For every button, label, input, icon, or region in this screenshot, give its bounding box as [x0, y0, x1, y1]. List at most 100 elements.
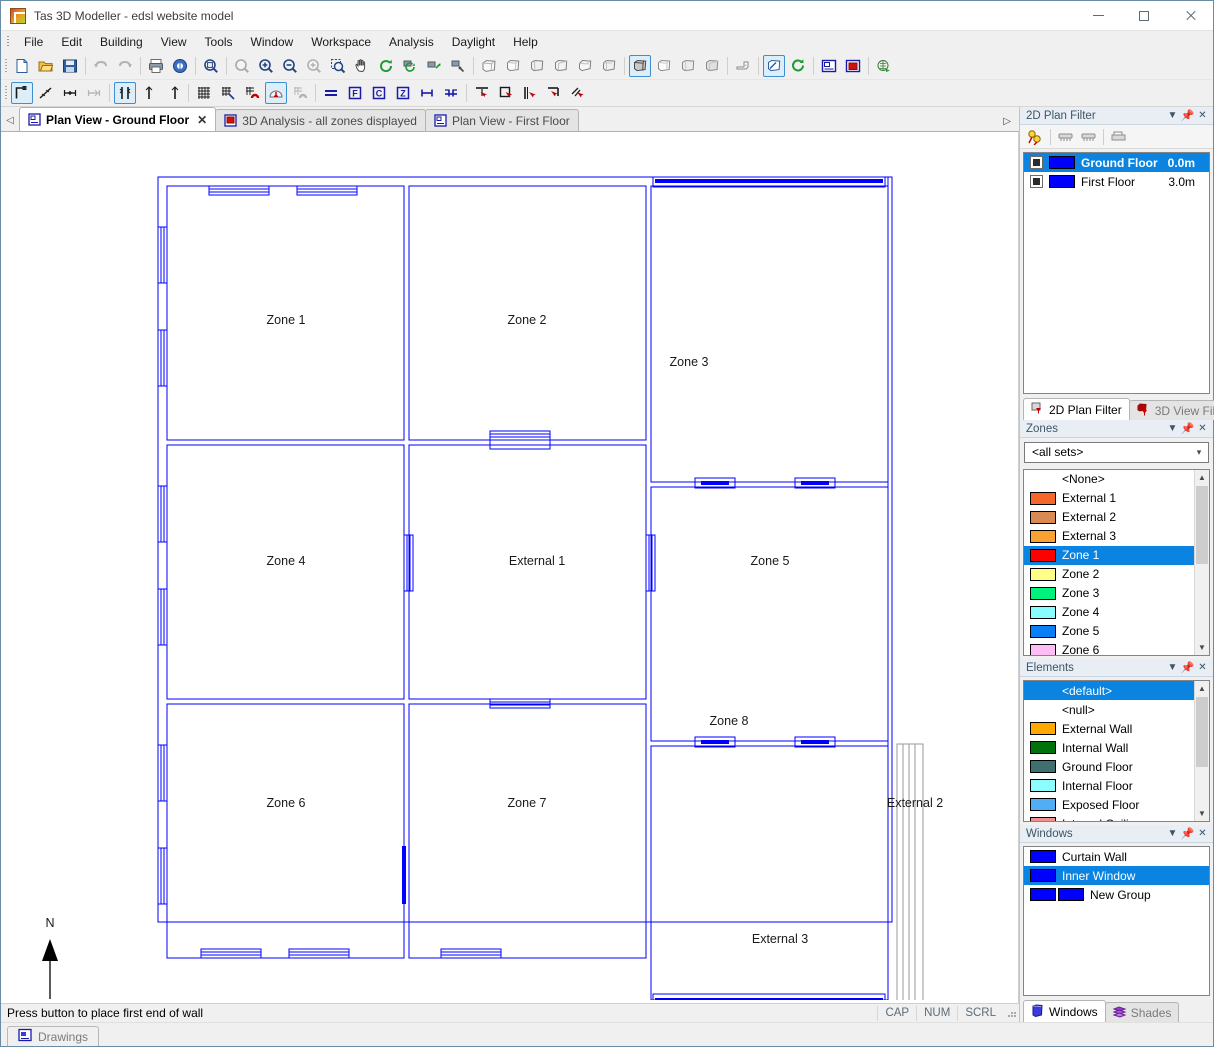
plan-canvas[interactable]: Zone 1 Zone 2 Zone 3 Zone 4 External 1 Z…	[1, 132, 1019, 1003]
draw-diagonal-wall-icon[interactable]	[35, 82, 57, 104]
list-item[interactable]: Zone 4	[1024, 603, 1209, 622]
list-item[interactable]: <default>	[1024, 681, 1209, 700]
parallel-lines-icon[interactable]	[320, 82, 342, 104]
refresh-icon[interactable]	[787, 55, 809, 77]
insert-node-icon[interactable]	[59, 82, 81, 104]
export-model-icon[interactable]	[873, 55, 895, 77]
feature-f-icon[interactable]: F	[344, 82, 366, 104]
list-item[interactable]: Zone 3	[1024, 584, 1209, 603]
zone-set-select[interactable]: <all sets> ▾	[1024, 442, 1209, 463]
collapse-icon[interactable]: ▼	[1165, 826, 1180, 841]
tab-plan-view-first-floor[interactable]: Plan View - First Floor	[425, 109, 579, 131]
edit-shade-icon[interactable]	[763, 55, 785, 77]
show-all-floors-icon[interactable]	[1054, 127, 1076, 147]
close-icon[interactable]: ✕	[1195, 826, 1210, 841]
pan-hand-icon[interactable]	[351, 55, 373, 77]
menu-edit[interactable]: Edit	[52, 32, 91, 52]
draw-wall-icon[interactable]	[11, 82, 33, 104]
list-item[interactable]: Ground Floor	[1024, 757, 1209, 776]
select-right-icon[interactable]	[543, 82, 565, 104]
split-wall-icon[interactable]	[114, 82, 136, 104]
collapse-icon[interactable]: ▼	[1165, 421, 1180, 436]
menubar-grip-icon[interactable]	[5, 34, 11, 50]
visibility-checkbox[interactable]	[1030, 156, 1043, 169]
list-item[interactable]: Internal Ceiling	[1024, 814, 1209, 822]
scroll-thumb[interactable]	[1196, 697, 1208, 767]
rotate-icon[interactable]	[375, 55, 397, 77]
snap-angle-icon[interactable]	[265, 82, 287, 104]
zone-z-icon[interactable]: Z	[392, 82, 414, 104]
view-shaded-icon[interactable]	[701, 55, 723, 77]
scroll-thumb[interactable]	[1196, 486, 1208, 564]
pin-icon[interactable]: 📌	[1180, 108, 1195, 123]
orbit-icon[interactable]	[399, 55, 421, 77]
tab-scroll-left-icon[interactable]: ◁	[1, 109, 19, 131]
list-item[interactable]: External 1	[1024, 489, 1209, 508]
list-item[interactable]: External 3	[1024, 527, 1209, 546]
extend-wall-icon[interactable]	[162, 82, 184, 104]
list-item[interactable]: First Floor 3.0m	[1024, 172, 1209, 191]
view-cube-1-icon[interactable]	[478, 55, 500, 77]
visibility-checkbox[interactable]	[1030, 175, 1043, 188]
tab-3d-view-filter[interactable]: 3D View Filter	[1129, 400, 1214, 420]
zoom-in-icon[interactable]	[255, 55, 277, 77]
windows-list[interactable]: Curtain Wall Inner Window New Group	[1023, 846, 1210, 996]
tab-drawings[interactable]: Drawings	[7, 1026, 99, 1046]
menu-window[interactable]: Window	[242, 32, 303, 52]
menu-help[interactable]: Help	[504, 32, 547, 52]
list-item[interactable]: New Group	[1024, 885, 1209, 904]
save-disk-icon[interactable]	[59, 55, 81, 77]
tab-shades[interactable]: Shades	[1105, 1002, 1180, 1022]
menu-building[interactable]: Building	[91, 32, 152, 52]
menu-view[interactable]: View	[152, 32, 196, 52]
constraint-c-icon[interactable]: C	[368, 82, 390, 104]
tab-windows[interactable]: Windows	[1023, 1000, 1106, 1022]
tab-close-icon[interactable]: ✕	[197, 113, 207, 127]
list-item[interactable]: Curtain Wall	[1024, 847, 1209, 866]
snap-magnet-icon[interactable]	[241, 82, 263, 104]
three-d-view-icon[interactable]	[842, 55, 864, 77]
pin-icon[interactable]: 📌	[1180, 826, 1195, 841]
menu-file[interactable]: File	[15, 32, 52, 52]
list-item[interactable]: Exposed Floor	[1024, 795, 1209, 814]
list-item[interactable]: <null>	[1024, 700, 1209, 719]
scroll-down-icon[interactable]: ▼	[1195, 806, 1209, 821]
tab-3d-analysis[interactable]: 3D Analysis - all zones displayed	[215, 109, 426, 131]
menu-daylight[interactable]: Daylight	[443, 32, 504, 52]
tab-plan-view-ground-floor[interactable]: Plan View - Ground Floor ✕	[19, 107, 216, 131]
close-icon[interactable]: ✕	[1195, 660, 1210, 675]
pin-icon[interactable]: 📌	[1180, 421, 1195, 436]
filter-pins-icon[interactable]	[1024, 127, 1046, 147]
new-document-icon[interactable]	[11, 55, 33, 77]
scroll-down-icon[interactable]: ▼	[1195, 640, 1209, 655]
list-item[interactable]: External 2	[1024, 508, 1209, 527]
elements-scrollbar[interactable]: ▲ ▼	[1194, 681, 1209, 821]
chevron-down-icon[interactable]: ▾	[1190, 443, 1208, 462]
view-cube-4-icon[interactable]	[550, 55, 572, 77]
zoom-all-icon[interactable]	[200, 55, 222, 77]
collapse-icon[interactable]: ▼	[1165, 660, 1180, 675]
print-icon[interactable]	[145, 55, 167, 77]
zoom-out-icon[interactable]	[279, 55, 301, 77]
view-cube-5-icon[interactable]	[574, 55, 596, 77]
zones-scrollbar[interactable]: ▲ ▼	[1194, 470, 1209, 655]
print-preview-icon[interactable]	[169, 55, 191, 77]
list-item[interactable]: Inner Window	[1024, 866, 1209, 885]
view-wireframe-icon[interactable]	[653, 55, 675, 77]
zones-list[interactable]: <None> External 1 External 2 External 3	[1023, 469, 1210, 656]
list-item[interactable]: Zone 5	[1024, 622, 1209, 641]
maximize-icon[interactable]	[1121, 1, 1167, 31]
drawing-toolbar-grip-icon[interactable]	[3, 83, 10, 103]
close-icon[interactable]: ✕	[1195, 421, 1210, 436]
view-ground-icon[interactable]	[732, 55, 754, 77]
list-item[interactable]: Internal Floor	[1024, 776, 1209, 795]
list-item[interactable]: Ground Floor 0.0m	[1024, 153, 1209, 172]
dimension-icon[interactable]	[416, 82, 438, 104]
zoom-selection-icon[interactable]	[327, 55, 349, 77]
resize-grip-icon[interactable]	[1005, 1006, 1019, 1020]
floor-list[interactable]: Ground Floor 0.0m First Floor 3.0m	[1023, 152, 1210, 394]
view-cube-3-icon[interactable]	[526, 55, 548, 77]
walk-icon[interactable]	[423, 55, 445, 77]
view-hidden-line-icon[interactable]	[677, 55, 699, 77]
hide-floors-icon[interactable]	[1077, 127, 1099, 147]
